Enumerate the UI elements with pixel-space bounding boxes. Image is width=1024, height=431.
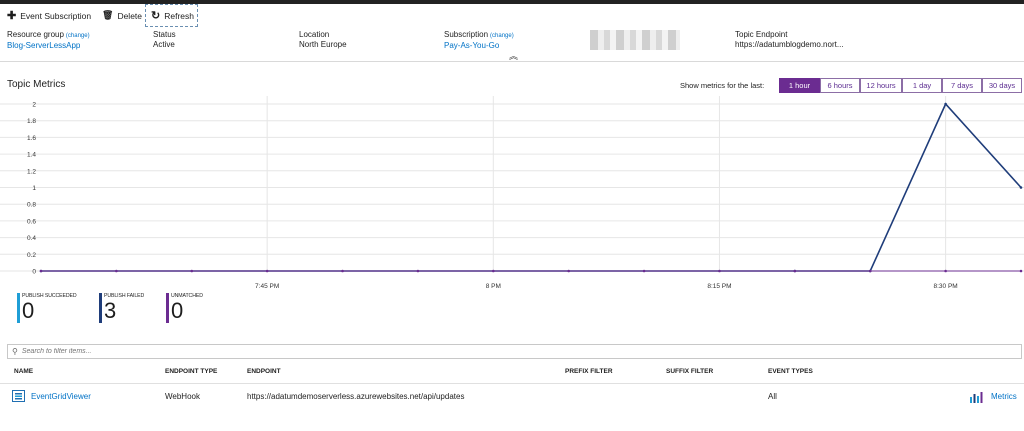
delete-button[interactable]: 🗑 Delete — [102, 4, 142, 27]
tile-value: 3 — [104, 298, 117, 323]
table-row[interactable]: EventGridViewer WebHook https://adatumde… — [0, 386, 1024, 408]
x-tick-label: 7:45 PM — [255, 283, 279, 290]
subscription-value[interactable]: Pay-As-You-Go — [444, 41, 514, 51]
tile-value: 0 — [22, 298, 35, 323]
resource-group-value[interactable]: Blog-ServerLessApp — [7, 41, 90, 51]
subscription-label: Subscription — [444, 30, 489, 39]
y-tick-label: 0.4 — [27, 235, 36, 242]
status-label: Status — [153, 30, 176, 39]
data-point — [793, 269, 797, 273]
topic-endpoint-label: Topic Endpoint — [735, 30, 788, 39]
col-endpoint-type[interactable]: ENDPOINT TYPE — [165, 368, 217, 375]
data-point — [1019, 269, 1023, 273]
tile-unmatched[interactable]: UNMATCHED 0 — [166, 293, 226, 323]
resource-group-field: Resource group (change) Blog-ServerLessAp… — [7, 30, 90, 51]
data-point — [944, 102, 947, 106]
metrics-chart: 2 1.8 1.6 1.4 1.2 1 0.8 0.6 0.4 0.2 0 7:45 PM 8 PM 8:… — [0, 96, 1024, 290]
tile-color-bar — [166, 293, 169, 323]
data-point — [115, 269, 118, 273]
refresh-button[interactable]: ↻ Refresh — [145, 4, 198, 27]
y-tick-label: 0.8 — [27, 202, 36, 209]
event-grid-icon — [12, 390, 25, 402]
plus-icon: ✚ — [7, 10, 17, 22]
row-endpoint-type: WebHook — [165, 392, 200, 401]
data-point — [944, 269, 947, 273]
y-tick-label: 0.6 — [27, 218, 36, 225]
range-7-days[interactable]: 7 days — [942, 78, 982, 93]
data-point — [642, 269, 646, 273]
filter-input[interactable] — [21, 348, 422, 355]
trash-icon: 🗑 — [102, 10, 114, 20]
data-point — [265, 269, 269, 273]
range-30-days[interactable]: 30 days — [982, 78, 1022, 93]
data-point — [868, 269, 872, 273]
search-icon: ⚲ — [12, 347, 18, 356]
subscription-change-link[interactable]: (change) — [490, 33, 514, 39]
tile-value: 0 — [171, 298, 184, 323]
subscription-field: Subscription (change) Pay-As-You-Go — [444, 30, 514, 51]
refresh-icon: ↻ — [151, 10, 161, 22]
location-value: North Europe — [299, 40, 347, 49]
col-prefix-filter[interactable]: PREFIX FILTER — [565, 368, 613, 375]
data-point — [718, 269, 721, 273]
data-point — [567, 269, 570, 273]
event-subscription-button[interactable]: ✚ Event Subscription — [7, 4, 91, 27]
location-label: Location — [299, 30, 330, 39]
row-metrics-link[interactable]: Metrics — [991, 392, 1017, 401]
resource-group-change-link[interactable]: (change) — [66, 33, 90, 39]
section-title: Topic Metrics — [7, 79, 66, 90]
tile-color-bar — [99, 293, 102, 323]
x-tick-label: 8:30 PM — [934, 283, 958, 290]
tile-color-bar — [17, 293, 20, 323]
data-point — [341, 269, 344, 273]
col-event-types[interactable]: EVENT TYPES — [768, 368, 813, 375]
y-tick-label: 1 — [32, 185, 36, 192]
col-suffix-filter[interactable]: SUFFIX FILTER — [666, 368, 713, 375]
filter-box: ⚲ — [7, 344, 1022, 359]
range-12-hours[interactable]: 12 hours — [860, 78, 902, 93]
x-tick-label: 8:15 PM — [707, 283, 731, 290]
y-tick-label: 1.6 — [27, 135, 36, 142]
command-bar: ✚ Event Subscription 🗑 Delete ↻ Refresh — [0, 4, 1024, 28]
event-subscription-label: Event Subscription — [20, 10, 92, 21]
data-point — [1019, 186, 1023, 189]
topic-endpoint-value: https://adatumblogdemo.nort... — [735, 40, 844, 49]
collapse-essentials-icon[interactable]: ︽ — [509, 52, 518, 61]
row-endpoint: https://adatumdemoserverless.azurewebsit… — [247, 392, 465, 401]
status-value: Active — [153, 40, 175, 49]
delete-label: Delete — [117, 10, 143, 21]
status-field: Status Active — [153, 30, 176, 50]
tile-publish-succeeded[interactable]: PUBLISH SUCCEEDED 0 — [17, 293, 92, 323]
data-point — [416, 269, 420, 273]
data-point — [190, 269, 194, 273]
tile-publish-failed[interactable]: PUBLISH FAILED 3 — [99, 293, 159, 323]
y-tick-label: 0 — [32, 269, 36, 276]
y-tick-label: 2 — [32, 102, 36, 109]
range-1-day[interactable]: 1 day — [902, 78, 942, 93]
location-field: Location North Europe — [299, 30, 347, 50]
y-tick-label: 0.2 — [27, 252, 36, 259]
topic-endpoint-field: Topic Endpoint https://adatumblogdemo.no… — [735, 30, 844, 50]
x-tick-label: 8 PM — [486, 283, 501, 290]
row-event-types: All — [768, 392, 777, 401]
range-1-hour[interactable]: 1 hour — [779, 78, 820, 93]
col-name[interactable]: NAME — [14, 368, 33, 375]
time-range-label: Show metrics for the last: — [680, 81, 765, 90]
table-header: NAME ENDPOINT TYPE ENDPOINT PREFIX FILTE… — [0, 366, 1024, 384]
resource-group-label: Resource group — [7, 30, 64, 39]
metrics-icon[interactable] — [969, 391, 984, 403]
data-point — [39, 269, 43, 273]
redacted-subscription-id — [590, 30, 680, 50]
range-6-hours[interactable]: 6 hours — [820, 78, 860, 93]
refresh-label: Refresh — [164, 10, 194, 21]
col-endpoint[interactable]: ENDPOINT — [247, 368, 281, 375]
row-name[interactable]: EventGridViewer — [31, 392, 91, 401]
data-point — [492, 269, 495, 273]
y-tick-label: 1.2 — [27, 168, 36, 175]
y-tick-label: 1.4 — [27, 152, 36, 159]
y-tick-label: 1.8 — [27, 118, 36, 125]
